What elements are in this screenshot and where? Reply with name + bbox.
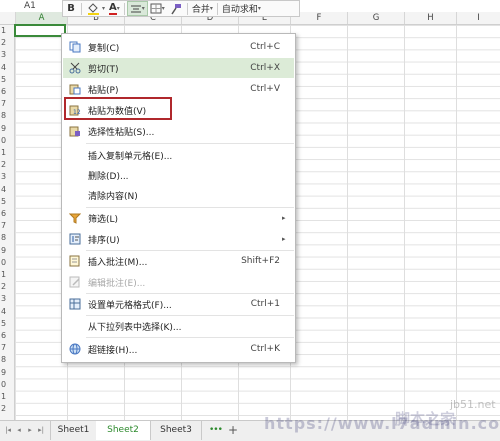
first-sheet-icon[interactable]: |◂	[4, 426, 12, 435]
chevron-down-icon: ▾	[102, 5, 106, 12]
borders-icon	[150, 3, 162, 14]
prev-sheet-icon[interactable]: ◂	[15, 426, 23, 435]
column-header-i[interactable]: I	[456, 12, 500, 24]
watermark-url: https://www.l7admin.com	[264, 414, 500, 433]
row-header[interactable]: 5	[0, 74, 14, 86]
row-header[interactable]: 8	[0, 110, 14, 122]
active-cell-a1[interactable]	[14, 24, 66, 37]
tab-sheet2[interactable]: Sheet2	[96, 421, 151, 440]
menu-item-clear-contents[interactable]: 清除内容(N)	[63, 185, 294, 205]
bold-button[interactable]: B	[63, 1, 79, 16]
format-painter-icon	[171, 3, 181, 14]
column-header-h[interactable]: H	[404, 12, 456, 24]
row-header[interactable]: 0	[0, 379, 14, 391]
floating-format-toolbar: B ▾ A ▾ ▾ ▾ 合并 ▾ 自动求和 ▾	[62, 0, 300, 17]
row-header[interactable]: 6	[0, 86, 14, 98]
hyperlink-icon	[68, 342, 82, 356]
paste-icon	[68, 82, 82, 96]
align-center-button[interactable]: ▾	[126, 1, 148, 16]
row-header[interactable]: 2	[0, 281, 14, 293]
row-header[interactable]: 8	[0, 354, 14, 366]
highlight-box-paste-values	[64, 97, 172, 120]
row-header[interactable]: 6	[0, 208, 14, 220]
last-sheet-icon[interactable]: ▸|	[37, 426, 45, 435]
row-header[interactable]: 1	[0, 269, 14, 281]
row-header[interactable]: 5	[0, 196, 14, 208]
borders-button[interactable]: ▾	[148, 1, 167, 16]
menu-item-hyperlink[interactable]: 超链接(H)... Ctrl+K	[63, 339, 294, 359]
row-header[interactable]: 5	[0, 318, 14, 330]
row-header[interactable]: 2	[0, 37, 14, 49]
row-header[interactable]: 9	[0, 367, 14, 379]
submenu-arrow-icon: ▸	[282, 235, 286, 243]
row-header[interactable]: 2	[0, 159, 14, 171]
chevron-down-icon: ▾	[257, 5, 261, 12]
row-header[interactable]: 4	[0, 306, 14, 318]
add-sheet-icon[interactable]: +	[228, 423, 238, 437]
row-header[interactable]: 2	[0, 403, 14, 415]
row-header[interactable]: 0	[0, 135, 14, 147]
filter-icon	[68, 211, 82, 225]
watermark-site: jb51.net	[450, 398, 496, 411]
row-header[interactable]: 6	[0, 330, 14, 342]
row-header[interactable]: 8	[0, 232, 14, 244]
chevron-down-icon: ▾	[209, 5, 213, 12]
row-header[interactable]: 7	[0, 220, 14, 232]
next-sheet-icon[interactable]: ▸	[26, 426, 34, 435]
copy-icon	[68, 40, 82, 54]
chevron-down-icon: ▾	[116, 5, 120, 12]
menu-item-edit-comment[interactable]: 编辑批注(E)...	[63, 272, 294, 292]
menu-item-delete[interactable]: 删除(D)...	[63, 165, 294, 185]
more-sheets-icon[interactable]: •••	[209, 425, 223, 435]
row-header[interactable]: 3	[0, 49, 14, 61]
row-header[interactable]: 9	[0, 245, 14, 257]
row-header[interactable]: 1	[0, 147, 14, 159]
fill-bucket-icon	[88, 3, 99, 15]
row-header[interactable]: 3	[0, 293, 14, 305]
row-header[interactable]: 7	[0, 98, 14, 110]
row-header[interactable]: 7	[0, 342, 14, 354]
tab-sheet3[interactable]: Sheet3	[151, 421, 202, 440]
format-cells-icon	[68, 297, 82, 311]
menu-item-cut[interactable]: 剪切(T) Ctrl+X	[63, 58, 294, 78]
merge-cells-button[interactable]: 合并 ▾	[190, 1, 215, 16]
column-header-a[interactable]: A	[15, 12, 67, 24]
align-center-icon	[130, 5, 141, 12]
row-header[interactable]: 4	[0, 184, 14, 196]
submenu-arrow-icon: ▸	[282, 214, 286, 222]
menu-item-insert-copied-cells[interactable]: 插入复制单元格(E)...	[63, 145, 294, 165]
fill-color-button[interactable]: ▾	[84, 1, 107, 16]
paste-special-icon	[68, 124, 82, 138]
row-header[interactable]: 1	[0, 25, 14, 37]
chevron-down-icon: ▾	[161, 5, 165, 12]
row-header-column: 12345678901234567890123456789012	[0, 25, 15, 420]
scissors-icon	[68, 61, 82, 75]
chevron-down-icon: ▾	[141, 5, 145, 12]
font-color-button[interactable]: A ▾	[107, 1, 122, 16]
column-header-g[interactable]: G	[347, 12, 404, 24]
format-painter-button[interactable]	[167, 1, 185, 16]
row-header[interactable]: 4	[0, 62, 14, 74]
row-header[interactable]: 0	[0, 257, 14, 269]
menu-item-sort[interactable]: 排序(U) ▸	[63, 229, 294, 249]
menu-item-filter[interactable]: 筛选(L) ▸	[63, 208, 294, 228]
menu-item-paste-special[interactable]: 选择性粘贴(S)...	[63, 121, 294, 141]
autosum-button[interactable]: 自动求和 ▾	[220, 1, 263, 16]
menu-item-insert-comment[interactable]: 插入批注(M)... Shift+F2	[63, 251, 294, 271]
menu-item-copy[interactable]: 复制(C) Ctrl+C	[63, 37, 294, 57]
edit-comment-icon	[68, 275, 82, 289]
sort-icon	[68, 232, 82, 246]
row-header[interactable]: 1	[0, 391, 14, 403]
context-menu: 复制(C) Ctrl+C 剪切(T) Ctrl+X 粘贴(P) Ctrl+V 12 粘…	[61, 33, 296, 363]
menu-item-format-cells[interactable]: 设置单元格格式(F)... Ctrl+1	[63, 294, 294, 314]
row-header[interactable]: 9	[0, 123, 14, 135]
menu-item-pick-from-list[interactable]: 从下拉列表中选择(K)...	[63, 316, 294, 336]
tab-sheet1[interactable]: Sheet1	[50, 421, 97, 440]
row-header[interactable]: 3	[0, 171, 14, 183]
insert-comment-icon	[68, 254, 82, 268]
select-all-corner[interactable]	[0, 12, 15, 24]
menu-item-paste[interactable]: 粘贴(P) Ctrl+V	[63, 79, 294, 99]
